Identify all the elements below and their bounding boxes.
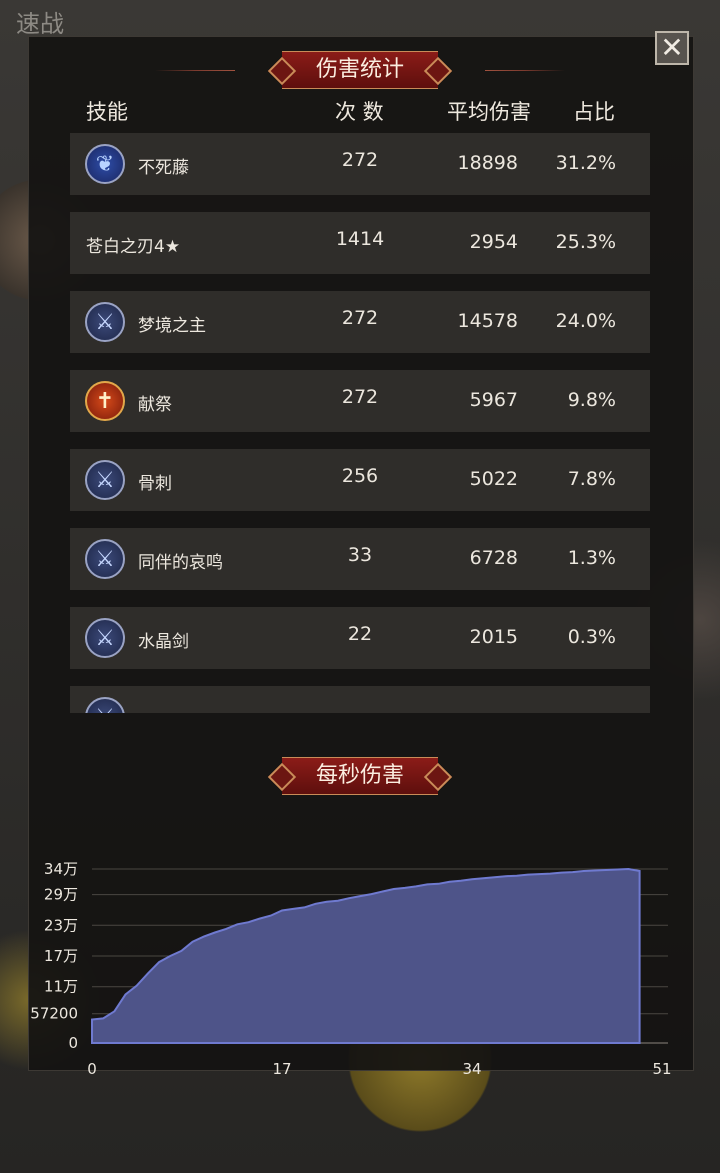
- x-tick-label: 34: [462, 1060, 481, 1078]
- y-tick-label: 23万: [44, 916, 78, 934]
- dps-area: [91, 867, 641, 1044]
- x-tick-label: 0: [87, 1060, 97, 1078]
- x-tick-label: 51: [652, 1060, 671, 1078]
- y-tick-label: 34万: [44, 860, 78, 878]
- y-tick-label: 0: [68, 1034, 78, 1052]
- x-tick-label: 17: [272, 1060, 291, 1078]
- dps-chart: 0 57200 11万 17万 23万 29万 34万 0 17 34 51: [30, 860, 671, 1078]
- y-tick-label: 57200: [30, 1005, 78, 1023]
- y-tick-label: 11万: [44, 978, 78, 996]
- y-tick-label: 17万: [44, 947, 78, 965]
- y-tick-label: 29万: [44, 886, 78, 904]
